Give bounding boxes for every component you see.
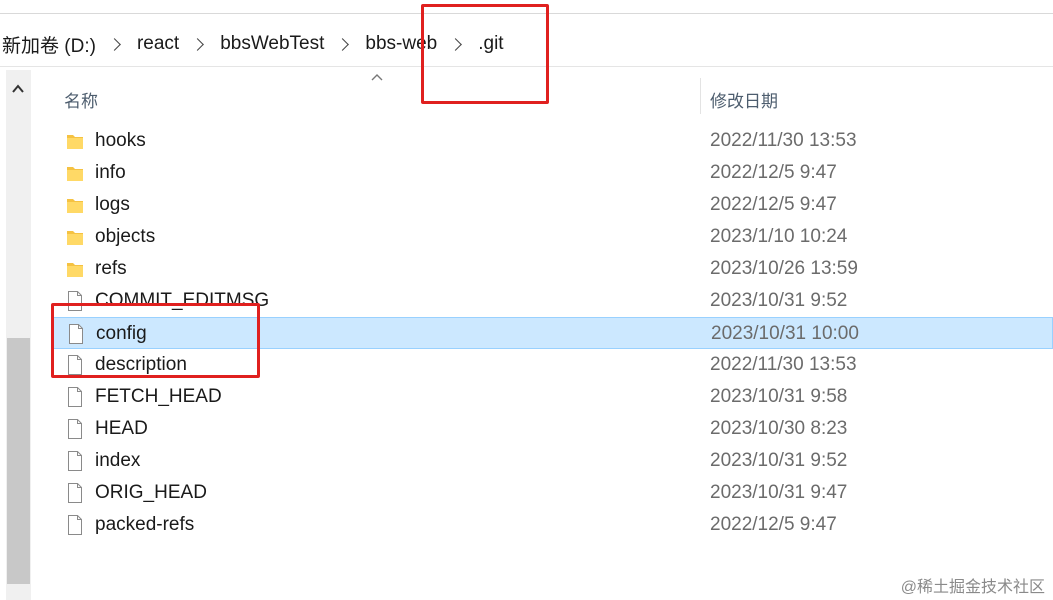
- file-name: index: [95, 450, 141, 471]
- column-divider[interactable]: [700, 78, 701, 114]
- folder-row[interactable]: objects 2023/1/10 10:24: [53, 221, 1053, 253]
- breadcrumb-drive[interactable]: 新加卷 (D:): [0, 31, 98, 58]
- folder-icon: [66, 131, 84, 151]
- file-row[interactable]: index 2023/10/31 9:52: [53, 445, 1053, 477]
- breadcrumb-chevron-icon[interactable]: [191, 37, 205, 51]
- file-icon: [66, 451, 84, 471]
- file-name: hooks: [95, 130, 146, 151]
- file-date-modified: 2023/10/30 8:23: [710, 418, 848, 439]
- annotation-box-git: [421, 4, 549, 104]
- file-row[interactable]: HEAD 2023/10/30 8:23: [53, 413, 1053, 445]
- file-icon: [66, 387, 84, 407]
- file-date-modified: 2023/10/31 9:58: [710, 386, 848, 407]
- file-date-modified: 2023/1/10 10:24: [710, 226, 848, 247]
- file-name: packed-refs: [95, 514, 195, 535]
- file-name: logs: [95, 194, 130, 215]
- folder-icon: [66, 163, 84, 183]
- file-row[interactable]: FETCH_HEAD 2023/10/31 9:58: [53, 381, 1053, 413]
- file-name: info: [95, 162, 126, 183]
- breadcrumb-chevron-icon[interactable]: [108, 37, 121, 51]
- file-date-modified: 2022/12/5 9:47: [710, 514, 837, 535]
- breadcrumb-react[interactable]: react: [135, 33, 181, 55]
- file-name: FETCH_HEAD: [95, 386, 222, 407]
- file-name: ORIG_HEAD: [95, 482, 207, 503]
- folder-row[interactable]: hooks 2022/11/30 13:53: [53, 125, 1053, 157]
- annotation-box-config: [51, 303, 260, 378]
- watermark: @稀土掘金技术社区: [900, 579, 1045, 596]
- column-header-name[interactable]: 名称: [64, 87, 98, 112]
- file-date-modified: 2023/10/31 9:52: [710, 450, 848, 471]
- file-row[interactable]: packed-refs 2022/12/5 9:47: [53, 509, 1053, 541]
- folder-icon: [66, 227, 84, 247]
- scrollbar-thumb[interactable]: [7, 338, 30, 584]
- file-name: refs: [95, 258, 127, 279]
- folder-row[interactable]: logs 2022/12/5 9:47: [53, 189, 1053, 221]
- file-icon: [66, 515, 84, 535]
- vertical-scrollbar[interactable]: [6, 70, 31, 600]
- folder-row[interactable]: info 2022/12/5 9:47: [53, 157, 1053, 189]
- breadcrumb-bbswebtest[interactable]: bbsWebTest: [218, 33, 326, 55]
- breadcrumb-chevron-icon[interactable]: [336, 37, 350, 51]
- file-row[interactable]: ORIG_HEAD 2023/10/31 9:47: [53, 477, 1053, 509]
- scroll-up-arrow-icon[interactable]: [11, 82, 25, 96]
- column-header-date-modified[interactable]: 修改日期: [710, 87, 778, 112]
- file-date-modified: 2023/10/31 9:47: [710, 482, 848, 503]
- file-name: objects: [95, 226, 156, 247]
- file-name: HEAD: [95, 418, 148, 439]
- folder-row[interactable]: refs 2023/10/26 13:59: [53, 253, 1053, 285]
- file-date-modified: 2022/11/30 13:53: [710, 354, 857, 375]
- folder-icon: [66, 195, 84, 215]
- file-date-modified: 2022/11/30 13:53: [710, 130, 857, 151]
- file-date-modified: 2023/10/26 13:59: [710, 258, 858, 279]
- file-date-modified: 2023/10/31 9:52: [710, 290, 848, 311]
- file-date-modified: 2023/10/31 10:00: [711, 323, 859, 344]
- file-date-modified: 2022/12/5 9:47: [710, 194, 837, 215]
- file-icon: [66, 483, 84, 503]
- file-icon: [66, 419, 84, 439]
- file-date-modified: 2022/12/5 9:47: [710, 162, 837, 183]
- folder-icon: [66, 259, 84, 279]
